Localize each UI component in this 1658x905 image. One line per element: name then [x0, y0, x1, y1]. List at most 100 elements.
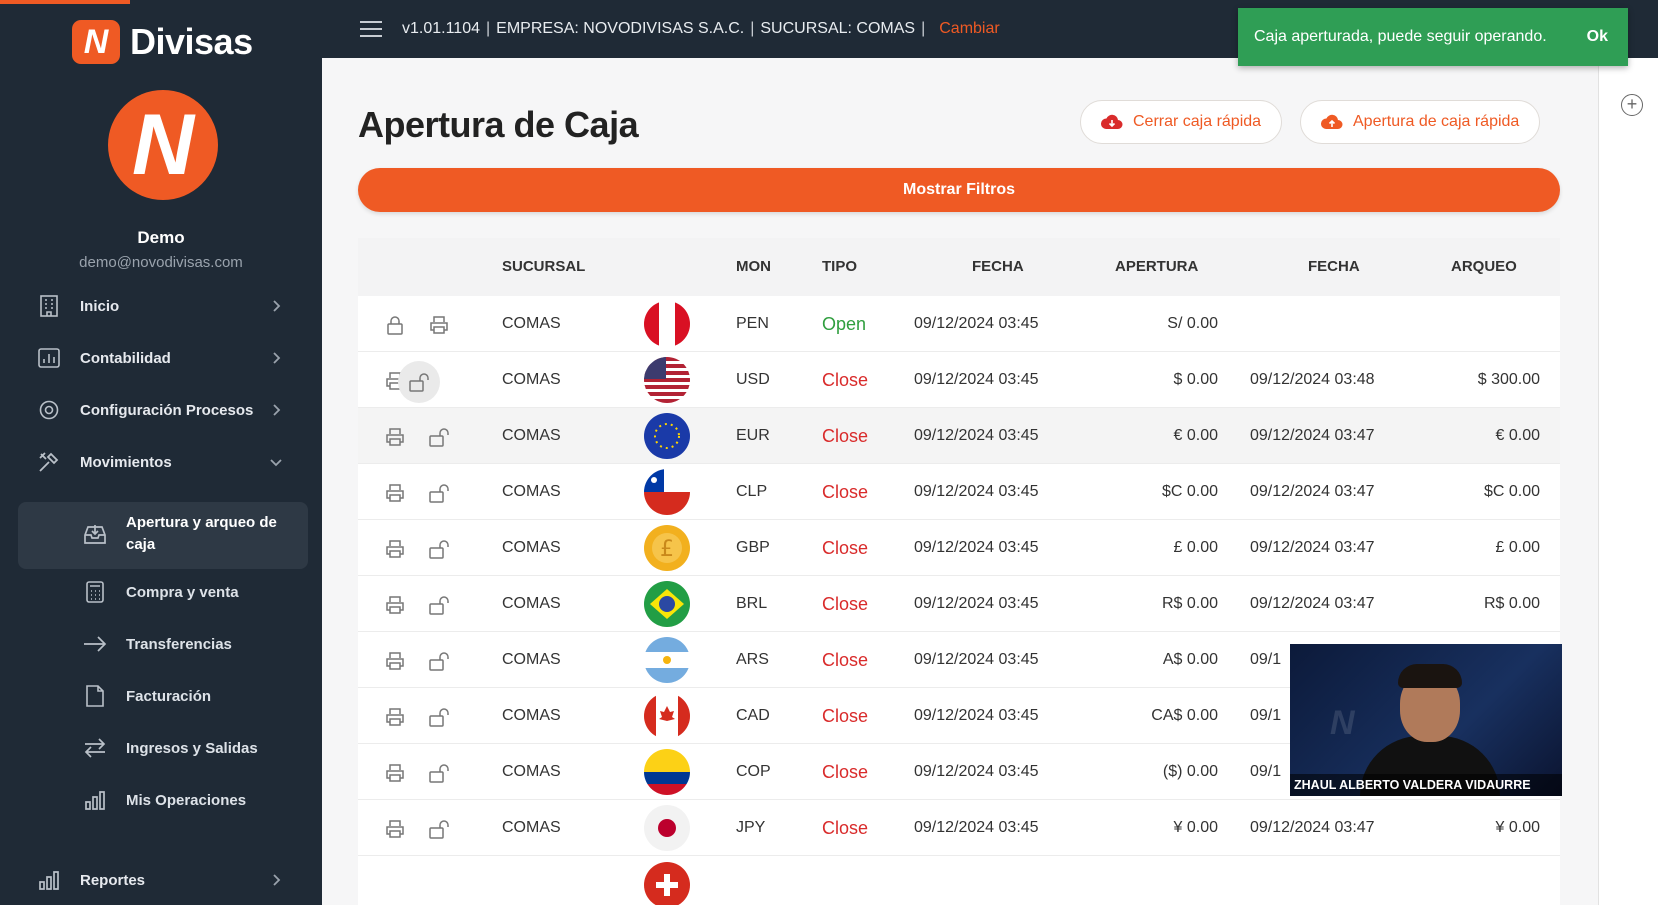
cloud-upload-icon: [1321, 114, 1343, 129]
table-row[interactable]: COMAS CLP Close 09/12/2024 03:45 $C 0.00…: [358, 464, 1560, 520]
cell-tipo: Close: [822, 706, 869, 726]
col-apertura[interactable]: APERTURA: [1115, 238, 1198, 296]
cloud-download-icon: [1101, 114, 1123, 129]
table-row[interactable]: COMAS USD Close 09/12/2024 03:45 $ 0.00 …: [358, 352, 1560, 408]
cell-fecha-cierre: 09/12/2024 03:47: [1250, 539, 1375, 556]
cell-sucursal: COMAS: [502, 539, 561, 556]
cell-apertura: ¥ 0.00: [1173, 819, 1218, 836]
cell-sucursal: COMAS: [502, 651, 561, 668]
cell-mon: USD: [736, 371, 770, 388]
cell-fecha-apertura: 09/12/2024 03:45: [914, 707, 1039, 724]
separator: |: [750, 20, 755, 37]
col-tipo[interactable]: TIPO: [822, 238, 857, 296]
col-fecha-apertura[interactable]: FECHA: [972, 238, 1024, 296]
empresa-label: EMPRESA: NOVODIVISAS S.A.C.: [496, 20, 745, 37]
printer-icon[interactable]: [380, 590, 410, 620]
cell-fecha-cierre: 09/12/2024 03:48: [1250, 371, 1375, 388]
unlock-icon[interactable]: [424, 758, 454, 788]
chevron-right-icon: [273, 404, 281, 416]
svg-text:£: £: [660, 537, 674, 562]
chevron-right-icon: [273, 874, 281, 886]
col-arqueo[interactable]: ARQUEO: [1451, 238, 1517, 296]
printer-icon[interactable]: [380, 758, 410, 788]
plus-circle-icon[interactable]: +: [1621, 94, 1643, 116]
separator: |: [921, 20, 926, 37]
mostrar-filtros-button[interactable]: Mostrar Filtros: [358, 168, 1560, 212]
chevron-down-icon: [270, 459, 282, 467]
cell-fecha-cierre: 09/1: [1250, 707, 1282, 724]
unlock-icon[interactable]: [424, 702, 454, 732]
brand-name: Divisas: [130, 21, 253, 62]
sidebar-item-configuracion[interactable]: Configuración Procesos: [34, 390, 294, 430]
unlock-icon[interactable]: [424, 534, 454, 564]
sidebar-item-label: Configuración Procesos: [80, 401, 254, 419]
flag-ars-icon: [644, 637, 690, 683]
success-toast: Caja aperturada, puede seguir operando. …: [1238, 8, 1628, 66]
hamburger-menu-icon[interactable]: [360, 21, 382, 37]
cerrar-caja-rapida-button[interactable]: Cerrar caja rápida: [1080, 100, 1283, 144]
toast-ok-button[interactable]: Ok: [1587, 28, 1608, 46]
cell-tipo: Close: [822, 482, 869, 502]
cell-apertura: R$ 0.00: [1161, 595, 1218, 612]
flag-jpy-icon: [644, 805, 690, 851]
sidebar-item-label: Reportes: [80, 871, 146, 889]
cell-arqueo: $ 300.00: [1477, 371, 1540, 388]
unlock-icon[interactable]: [424, 590, 454, 620]
printer-icon[interactable]: [424, 310, 454, 340]
sidebar-subitem-apertura[interactable]: Apertura y arqueo de caja: [80, 512, 300, 556]
table-row[interactable]: COMAS £ GBP Close 09/12/2024 03:45 £ 0.0…: [358, 520, 1560, 576]
cell-fecha-cierre: 09/1: [1250, 763, 1282, 780]
lock-icon[interactable]: [380, 310, 410, 340]
table-row[interactable]: COMAS EUR Close 09/12/2024 03:45 € 0.00 …: [358, 408, 1560, 464]
sidebar-subitem-facturacion[interactable]: Facturación: [80, 676, 300, 716]
cell-fecha-apertura: 09/12/2024 03:45: [914, 371, 1039, 388]
cell-fecha-apertura: 09/12/2024 03:45: [914, 483, 1039, 500]
sidebar-subitem-ingresos-salidas[interactable]: Ingresos y Salidas: [80, 728, 300, 768]
flag-usd-icon: [644, 357, 690, 403]
cell-arqueo: [1398, 296, 1540, 352]
printer-icon[interactable]: [380, 422, 410, 452]
brand-logo[interactable]: N Divisas: [72, 20, 253, 64]
col-fecha-cierre[interactable]: FECHA: [1308, 238, 1360, 296]
printer-icon[interactable]: [380, 478, 410, 508]
printer-icon[interactable]: [380, 534, 410, 564]
table-row[interactable]: COMAS BRL Close 09/12/2024 03:45 R$ 0.00…: [358, 576, 1560, 632]
table-row[interactable]: [358, 856, 1560, 905]
unlock-icon[interactable]: [424, 814, 454, 844]
sidebar-subitem-mis-operaciones[interactable]: Mis Operaciones: [80, 780, 300, 820]
cell-apertura: $ 0.00: [1173, 371, 1218, 388]
table-row[interactable]: COMAS PEN Open 09/12/2024 03:45 S/ 0.00: [358, 296, 1560, 352]
flag-eur-icon: [644, 413, 690, 459]
sidebar-item-reportes[interactable]: Reportes: [34, 860, 294, 900]
logo-mark: N: [72, 20, 120, 64]
sidebar-item-inicio[interactable]: Inicio: [34, 286, 294, 326]
printer-icon[interactable]: [380, 646, 410, 676]
unlock-icon[interactable]: [424, 422, 454, 452]
avatar[interactable]: N: [108, 90, 218, 200]
col-sucursal[interactable]: SUCURSAL: [502, 238, 585, 296]
unlock-icon[interactable]: [424, 646, 454, 676]
cell-tipo: Close: [822, 594, 869, 614]
unlock-icon[interactable]: [424, 478, 454, 508]
sidebar-subitem-compra-venta[interactable]: Compra y venta: [80, 572, 300, 612]
button-label: Apertura de caja rápida: [1353, 113, 1520, 130]
sidebar-subitem-transferencias[interactable]: Transferencias: [80, 624, 300, 664]
cambiar-link[interactable]: Cambiar: [939, 20, 999, 38]
gear-icon: [34, 396, 64, 424]
flag-pen-icon: [644, 301, 690, 347]
cell-sucursal: COMAS: [502, 819, 561, 836]
printer-icon[interactable]: [380, 814, 410, 844]
printer-icon[interactable]: [380, 702, 410, 732]
col-mon[interactable]: MON: [736, 238, 771, 296]
sidebar-item-movimientos[interactable]: Movimientos: [34, 442, 294, 482]
sidebar-item-label: Contabilidad: [80, 349, 171, 367]
cell-sucursal: COMAS: [502, 595, 561, 612]
button-label: Cerrar caja rápida: [1133, 113, 1262, 130]
cell-apertura: $C 0.00: [1161, 483, 1218, 500]
unlock-icon[interactable]: [398, 361, 440, 403]
bar-chart-icon: [34, 866, 64, 894]
cell-sucursal: COMAS: [502, 371, 561, 388]
apertura-caja-rapida-button[interactable]: Apertura de caja rápida: [1300, 100, 1541, 144]
sidebar-item-contabilidad[interactable]: Contabilidad: [34, 338, 294, 378]
table-row[interactable]: COMAS JPY Close 09/12/2024 03:45 ¥ 0.00 …: [358, 800, 1560, 856]
